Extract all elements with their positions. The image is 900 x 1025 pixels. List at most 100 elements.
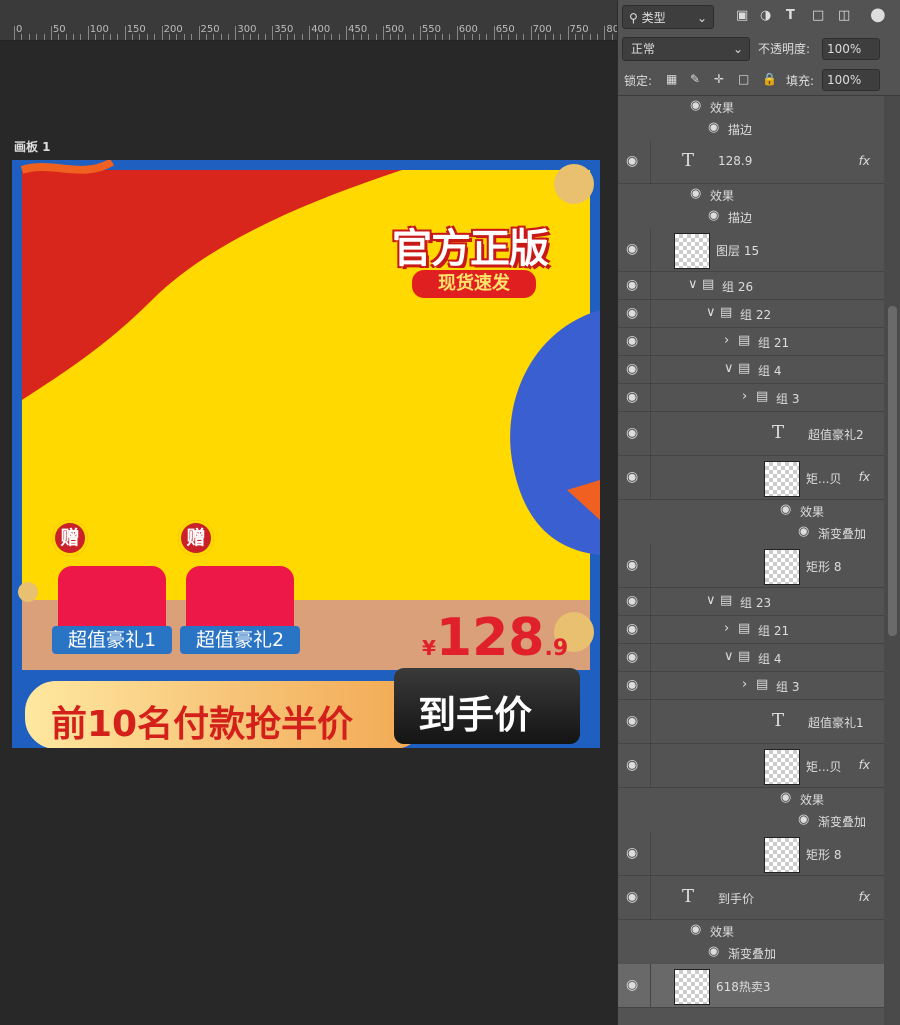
visibility-eye-icon[interactable]: ◉	[626, 333, 638, 349]
group-toggle-chevron-icon[interactable]: ∨	[724, 649, 734, 664]
visibility-eye-icon[interactable]: ◉	[626, 153, 638, 169]
blend-mode-select[interactable]: 正常 ⌄	[622, 37, 750, 61]
group-toggle-chevron-icon[interactable]: ›	[742, 389, 747, 404]
layer-row[interactable]: ◉ 渐变叠加	[618, 522, 884, 544]
smart-object-filter-icon[interactable]: ◫	[838, 8, 850, 23]
layer-row[interactable]: ◉ › ▤ 组 3	[618, 384, 884, 412]
layer-row[interactable]: ◉ 效果	[618, 788, 884, 810]
visibility-eye-icon[interactable]: ◉	[626, 977, 638, 993]
group-toggle-chevron-icon[interactable]: ∨	[706, 305, 716, 320]
lock-artboard-icon[interactable]: □	[738, 72, 749, 86]
effect-visibility-eye-icon[interactable]: ◉	[798, 524, 809, 539]
fx-icon[interactable]: fx	[859, 758, 870, 772]
layer-thumbnail[interactable]	[764, 461, 800, 497]
layer-row[interactable]: ◉ T 超值豪礼1	[618, 700, 884, 744]
layer-row[interactable]: ◉ ∨ ▤ 组 26	[618, 272, 884, 300]
layer-row[interactable]: ◉ 渐变叠加	[618, 810, 884, 832]
layer-thumbnail[interactable]	[764, 837, 800, 873]
visibility-eye-icon[interactable]: ◉	[626, 677, 638, 693]
visibility-eye-icon[interactable]: ◉	[626, 389, 638, 405]
visibility-eye-icon[interactable]: ◉	[626, 621, 638, 637]
layer-thumbnail[interactable]	[764, 749, 800, 785]
group-toggle-chevron-icon[interactable]: ∨	[688, 277, 698, 292]
layer-row[interactable]: ◉ ∨ ▤ 组 22	[618, 300, 884, 328]
layer-row[interactable]: ◉ 描边	[618, 206, 884, 228]
layer-row[interactable]: ◉ 效果	[618, 920, 884, 942]
lock-all-icon[interactable]: 🔒	[762, 72, 777, 86]
group-toggle-chevron-icon[interactable]: ›	[724, 621, 729, 636]
text-filter-icon[interactable]: T	[786, 8, 795, 23]
effect-visibility-eye-icon[interactable]: ◉	[708, 944, 719, 959]
layer-row[interactable]: ◉ 描边	[618, 118, 884, 140]
layer-row[interactable]: ◉ ∨ ▤ 组 23	[618, 588, 884, 616]
visibility-eye-icon[interactable]: ◉	[626, 649, 638, 665]
group-toggle-chevron-icon[interactable]: ›	[724, 333, 729, 348]
visibility-eye-icon[interactable]: ◉	[626, 305, 638, 321]
price-integer: 128	[435, 608, 545, 668]
shape-filter-icon[interactable]: □	[812, 8, 824, 23]
visibility-eye-icon[interactable]: ◉	[626, 845, 638, 861]
lock-pixels-icon[interactable]: ✎	[690, 72, 700, 86]
layer-row[interactable]: ◉ 矩...贝 fx	[618, 744, 884, 788]
filter-toggle-icon[interactable]: ●	[870, 4, 886, 25]
group-toggle-chevron-icon[interactable]: ∨	[706, 593, 716, 608]
layer-row[interactable]: ◉ 效果	[618, 500, 884, 522]
text-layer-icon: T	[772, 422, 785, 443]
layer-row[interactable]: ◉ 矩...贝 fx	[618, 456, 884, 500]
effect-visibility-eye-icon[interactable]: ◉	[690, 98, 701, 113]
layer-thumbnail[interactable]	[764, 549, 800, 585]
row-divider	[650, 644, 651, 671]
layer-row[interactable]: ◉ 矩形 8	[618, 832, 884, 876]
effect-visibility-eye-icon[interactable]: ◉	[780, 502, 791, 517]
lock-transparent-icon[interactable]: ▦	[666, 72, 677, 86]
adjustment-filter-icon[interactable]: ◑	[760, 8, 771, 23]
fx-icon[interactable]: fx	[859, 470, 870, 484]
layer-row[interactable]: ◉ ∨ ▤ 组 4	[618, 356, 884, 384]
visibility-eye-icon[interactable]: ◉	[626, 593, 638, 609]
layer-thumbnail[interactable]	[674, 233, 710, 269]
effect-visibility-eye-icon[interactable]: ◉	[798, 812, 809, 827]
effect-visibility-eye-icon[interactable]: ◉	[690, 186, 701, 201]
layer-row[interactable]: ◉ › ▤ 组 21	[618, 616, 884, 644]
opacity-field[interactable]: 100%	[822, 38, 880, 60]
layer-row[interactable]: ◉ › ▤ 组 3	[618, 672, 884, 700]
layer-thumbnail[interactable]	[674, 969, 710, 1005]
group-toggle-chevron-icon[interactable]: ›	[742, 677, 747, 692]
effect-visibility-eye-icon[interactable]: ◉	[690, 922, 701, 937]
visibility-eye-icon[interactable]: ◉	[626, 469, 638, 485]
fx-icon[interactable]: fx	[859, 890, 870, 904]
visibility-eye-icon[interactable]: ◉	[626, 757, 638, 773]
fx-icon[interactable]: fx	[859, 154, 870, 168]
layer-row[interactable]: ◉ 效果	[618, 96, 884, 118]
artboard-label[interactable]: 画板 1	[14, 138, 51, 155]
visibility-eye-icon[interactable]: ◉	[626, 713, 638, 729]
layers-scrollbar[interactable]	[884, 96, 900, 1025]
fill-field[interactable]: 100%	[822, 69, 880, 91]
layer-row[interactable]: ◉ T 超值豪礼2	[618, 412, 884, 456]
visibility-eye-icon[interactable]: ◉	[626, 889, 638, 905]
visibility-eye-icon[interactable]: ◉	[626, 277, 638, 293]
layer-row[interactable]: ◉ 效果	[618, 184, 884, 206]
effect-visibility-eye-icon[interactable]: ◉	[708, 208, 719, 223]
layer-row[interactable]: ◉ ∨ ▤ 组 4	[618, 644, 884, 672]
lock-position-icon[interactable]: ✛	[714, 72, 724, 86]
layer-filter-select[interactable]: ⚲ 类型 ⌄	[622, 5, 714, 29]
layer-row[interactable]: ◉ T 到手价 fx	[618, 876, 884, 920]
effect-visibility-eye-icon[interactable]: ◉	[780, 790, 791, 805]
image-filter-icon[interactable]: ▣	[736, 8, 748, 23]
layer-row[interactable]: ◉ T 128.9 fx	[618, 140, 884, 184]
layer-row[interactable]: ◉ 图层 15	[618, 228, 884, 272]
layer-name: 超值豪礼1	[808, 716, 864, 730]
visibility-eye-icon[interactable]: ◉	[626, 557, 638, 573]
scrollbar-thumb[interactable]	[888, 306, 897, 636]
group-toggle-chevron-icon[interactable]: ∨	[724, 361, 734, 376]
layer-row[interactable]: ◉ › ▤ 组 21	[618, 328, 884, 356]
artboard-canvas[interactable]: 官方正版 现货速发 赠 赠 超值豪礼1 超值豪礼2 前10名付款抢半价 到手价 …	[12, 160, 600, 748]
layer-row[interactable]: ◉ 618热卖3	[618, 964, 884, 1008]
visibility-eye-icon[interactable]: ◉	[626, 241, 638, 257]
visibility-eye-icon[interactable]: ◉	[626, 425, 638, 441]
layer-row[interactable]: ◉ 矩形 8	[618, 544, 884, 588]
effect-visibility-eye-icon[interactable]: ◉	[708, 120, 719, 135]
visibility-eye-icon[interactable]: ◉	[626, 361, 638, 377]
layer-row[interactable]: ◉ 渐变叠加	[618, 942, 884, 964]
